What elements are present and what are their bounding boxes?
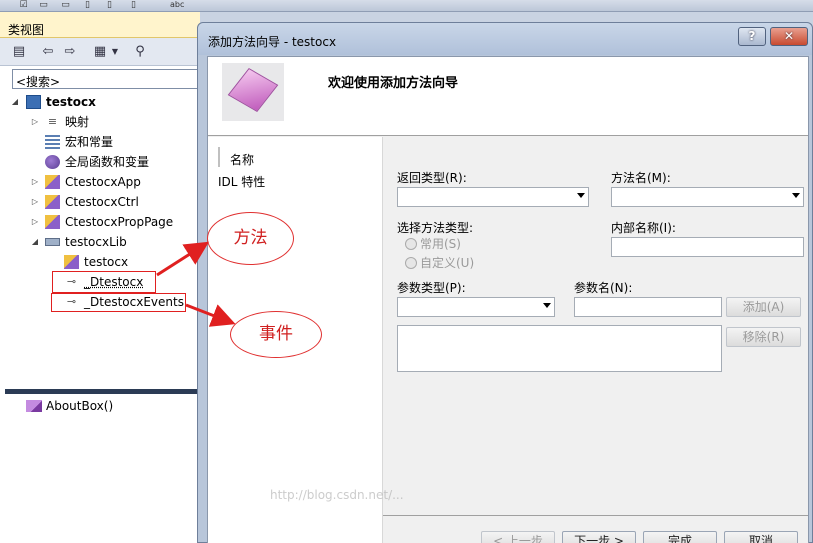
watermark: http://blog.csdn.net/... [270, 488, 404, 502]
arrow-to-event [185, 303, 236, 327]
annotation-arrows [156, 241, 236, 327]
arrow-to-method [156, 241, 210, 277]
